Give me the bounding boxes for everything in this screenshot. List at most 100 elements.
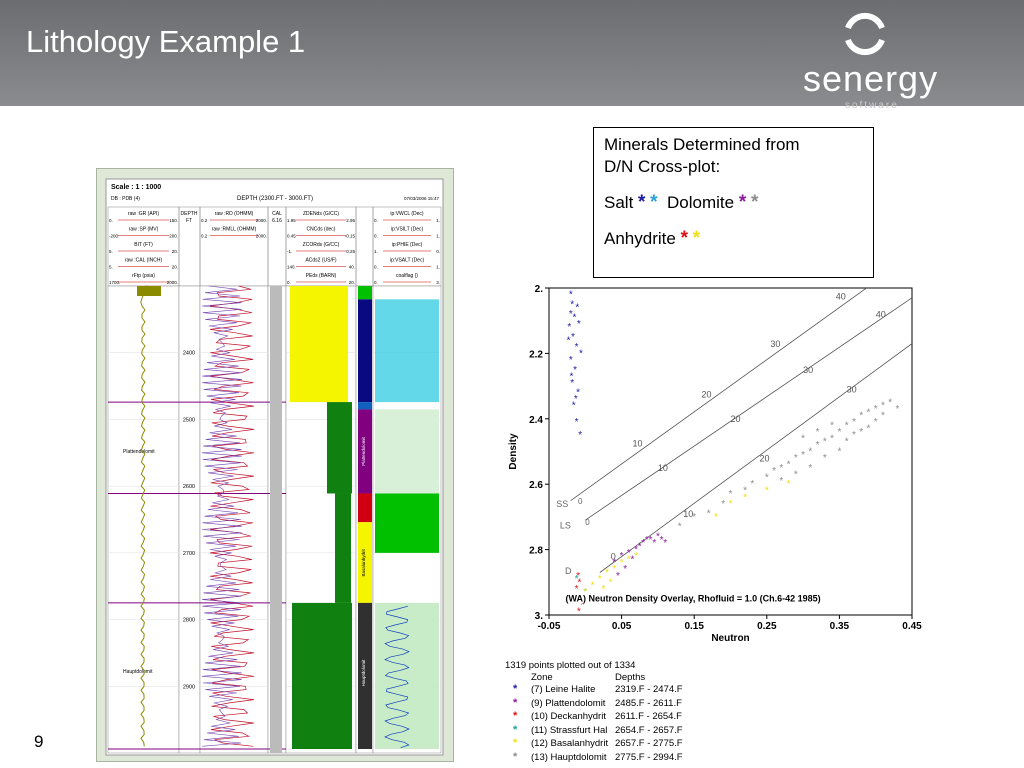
data-point: * (616, 571, 620, 582)
track1-curve-name: raw :CAL (INCH) (125, 258, 163, 264)
summary-zone-depths: 2485.F - 2611.F (615, 697, 682, 709)
overlay-porosity-label: 20 (701, 390, 711, 400)
minerals-title-line1: Minerals Determined from (604, 135, 800, 154)
data-point: * (623, 564, 627, 575)
track2-curve-name: raw :RMLL (OHMM) (212, 227, 257, 233)
depth-label: 2400 (183, 351, 195, 357)
track4-curve-max: 1. (436, 234, 440, 239)
track3-curve-name: PEds (BARN) (306, 273, 337, 279)
track4-curve-max: 3. (436, 280, 440, 285)
data-point: * (779, 476, 783, 487)
track4-curve-name: ip:VWCL (Dec) (390, 211, 423, 217)
data-point: * (874, 404, 878, 415)
track1-curve-max: 150. (169, 218, 178, 223)
y-tick-label: 2.6 (529, 480, 543, 491)
cal-track-header: CAL (272, 211, 282, 217)
x-tick-label: 0.45 (902, 621, 922, 632)
data-point: * (707, 509, 711, 520)
neutron-fill-dolomite (327, 402, 352, 494)
track3-curve-name: ACds2 (US/F) (305, 258, 336, 264)
depth-label: 2600 (183, 484, 195, 490)
summary-zone-icon: * (513, 751, 518, 763)
track1-curve-min: 5. (109, 265, 113, 270)
lithology-label-d: D (565, 566, 572, 576)
summary-zone-depths: 2775.F - 2994.F (615, 752, 683, 763)
track2-curve-max: 2000. (256, 234, 267, 239)
track3-curve-name: ZCORds (G/CC) (303, 242, 340, 248)
track1-curve-max: 20. (172, 249, 178, 254)
data-point: * (808, 447, 812, 458)
cal-track-value: 6.16 (272, 218, 282, 224)
track2-curve-max: 2000. (256, 218, 267, 223)
summary-zone-depths: 2654.F - 2657.F (615, 724, 683, 736)
logo-text: senergy (803, 58, 939, 99)
lithology-label-ss: SS (556, 499, 568, 509)
zone-top (358, 286, 372, 300)
track2-curve-name: raw :RD (OHMM) (215, 211, 254, 217)
data-point: * (801, 433, 805, 444)
data-point: * (612, 564, 616, 575)
data-point: * (794, 453, 798, 464)
gr-top-spike (137, 286, 161, 296)
lithology-zero-label: 0 (585, 518, 590, 527)
anhydrite-star-icon-2: * (692, 228, 701, 249)
salt-label: Salt (604, 193, 634, 212)
data-point: * (573, 365, 577, 376)
data-point: * (866, 424, 870, 435)
data-point: * (721, 499, 725, 510)
data-point: * (896, 404, 900, 415)
depth-label: 2900 (183, 684, 195, 690)
summary-zone-name: (13) Hauptdolomit (531, 752, 607, 763)
data-point: * (609, 577, 613, 588)
track2-curve-min: 0.2 (201, 218, 208, 223)
data-point: * (859, 427, 863, 438)
overlay-porosity-label: 30 (770, 339, 780, 349)
summary-zone-icon: * (513, 696, 518, 709)
slide-header: Lithology Example 1 senergy software (0, 0, 1024, 111)
salt-star-icon-2: * (650, 192, 658, 213)
data-point: * (575, 303, 579, 314)
dolomite-star-icon-2: * (751, 192, 759, 213)
density-fill-salt (290, 286, 348, 403)
anhydrite-volume-fill (375, 493, 439, 553)
track3-curve-min: 0. (287, 280, 291, 285)
data-point: * (575, 417, 579, 428)
dolomite-volume-fill (375, 409, 439, 494)
data-point: * (577, 607, 581, 618)
data-point: * (794, 469, 798, 480)
data-point: * (866, 407, 870, 418)
zone-deckanhydrit (358, 493, 372, 523)
dolomite-label: Dolomite (667, 193, 735, 212)
track2-curve-min: 0.2 (201, 234, 208, 239)
track1-curve-min: 1700. (109, 280, 120, 285)
data-point: * (859, 411, 863, 422)
summary-zone-depths: 2657.F - 2775.F (615, 738, 683, 750)
summary-zone-icon: * (513, 710, 518, 723)
track1-curve-max: 20. (172, 265, 178, 270)
x-tick-label: 0.25 (757, 621, 777, 632)
hauptdolomit-volume-fill (375, 602, 439, 749)
track4-curve-min: 1. (374, 249, 378, 254)
x-tick-label: -0.05 (538, 621, 561, 632)
data-point: * (837, 447, 841, 458)
data-point: * (874, 417, 878, 428)
track1-curve-name: raw :GR (API) (128, 211, 159, 217)
cal-fill (270, 286, 282, 753)
track3-curve-name: ZDENds (G/CC) (303, 211, 339, 217)
track3-curve-min: 140. (287, 265, 296, 270)
data-point: * (570, 371, 574, 382)
well-log-display: Scale : 1 : 1000 DB : PDB (4) DEPTH (2300.… (105, 178, 444, 756)
summary-zone-icon: * (513, 737, 518, 750)
data-point: * (830, 433, 834, 444)
minerals-legend-box: Minerals Determined from D/N Cross-plot:… (593, 127, 874, 278)
data-point: * (627, 554, 631, 565)
data-point: * (823, 453, 827, 464)
salt-volume-fill (375, 299, 439, 403)
overlay-porosity-label: 40 (876, 309, 886, 319)
data-point: * (765, 473, 769, 484)
track4-curve-min: 0. (374, 218, 378, 223)
data-point: * (816, 427, 820, 438)
track3-curve-min: -1. (287, 249, 292, 254)
data-point: * (620, 558, 624, 569)
data-point: * (574, 394, 578, 405)
